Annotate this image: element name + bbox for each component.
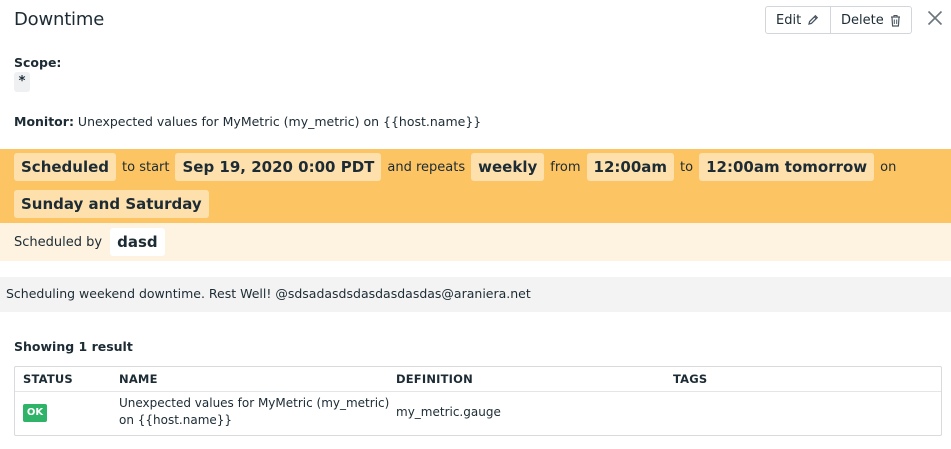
- repeat-days: Sunday and Saturday: [14, 190, 209, 218]
- repeat-frequency: weekly: [471, 153, 545, 181]
- to-start-text: to start: [122, 159, 170, 175]
- delete-button-label: Delete: [841, 12, 884, 28]
- monitor-line: Monitor: Unexpected values for MyMetric …: [14, 114, 481, 129]
- schedule-row-2: Sunday and Saturday: [14, 190, 209, 218]
- to-time: 12:00am tomorrow: [699, 153, 875, 181]
- monitor-name-line-1: Unexpected values for MyMetric (my_metri…: [119, 396, 390, 410]
- trash-icon: [890, 14, 901, 27]
- delete-button[interactable]: Delete: [831, 7, 911, 33]
- column-header-name: NAME: [119, 372, 158, 386]
- to-text: to: [680, 159, 694, 175]
- results-count: Showing 1 result: [14, 339, 133, 354]
- page-title: Downtime: [14, 9, 105, 30]
- scheduled-by-text: Scheduled by: [14, 234, 103, 250]
- start-date: Sep 19, 2020 0:00 PDT: [175, 153, 382, 181]
- from-text: from: [550, 159, 581, 175]
- column-header-status: STATUS: [23, 372, 73, 386]
- pencil-icon: [807, 14, 819, 26]
- header-divider: [15, 391, 941, 392]
- edit-button[interactable]: Edit: [766, 7, 831, 33]
- downtime-message: Scheduling weekend downtime. Rest Well! …: [6, 286, 531, 301]
- and-repeats-text: and repeats: [387, 159, 466, 175]
- schedule-row-1: Scheduled to start Sep 19, 2020 0:00 PDT…: [14, 153, 902, 181]
- scheduled-by-user: dasd: [110, 228, 165, 256]
- column-header-tags: TAGS: [673, 372, 708, 386]
- monitor-label: Monitor:: [14, 114, 74, 129]
- column-header-definition: DEFINITION: [396, 372, 473, 386]
- from-time: 12:00am: [586, 153, 675, 181]
- edit-button-label: Edit: [776, 12, 802, 28]
- close-icon[interactable]: [927, 10, 943, 26]
- scope-value: *: [14, 72, 30, 92]
- action-button-group: Edit Delete: [765, 6, 912, 34]
- scheduled-by-row: Scheduled by dasd: [14, 228, 165, 256]
- monitor-name-cell[interactable]: Unexpected values for MyMetric (my_metri…: [119, 395, 389, 429]
- status-badge: OK: [23, 404, 47, 422]
- monitor-name: Unexpected values for MyMetric (my_metri…: [77, 114, 482, 129]
- monitor-table: STATUS NAME DEFINITION TAGS OK Unexpecte…: [14, 366, 942, 436]
- on-text: on: [880, 159, 897, 175]
- scope-label: Scope:: [14, 55, 62, 70]
- definition-cell: my_metric.gauge: [396, 405, 501, 419]
- status-badge: Scheduled: [14, 153, 117, 181]
- monitor-name-line-2: on {{host.name}}: [119, 413, 233, 427]
